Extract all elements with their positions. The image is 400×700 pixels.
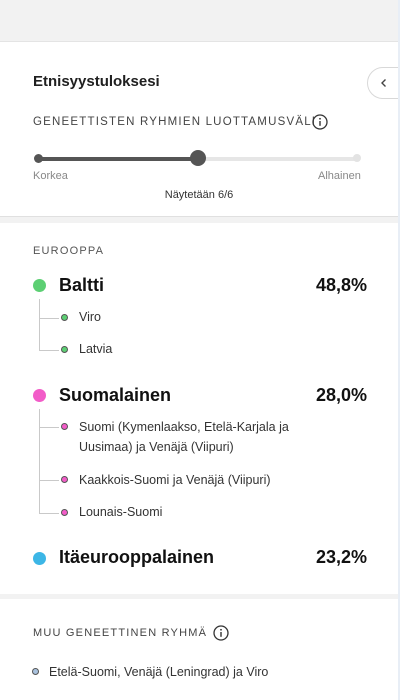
subgroup-kymenlaakso-line2: Uusimaa) ja Venäjä (Viipuri) (79, 440, 234, 454)
other-group-card: MUU GENEETTINEN RYHMÄ Etelä-Suomi, Venäj… (0, 599, 398, 700)
other-group-label: MUU GENEETTINEN RYHMÄ (33, 627, 208, 639)
results-header-card: Etnisyystuloksesi GENEETTISTEN RYHMIEN L… (0, 41, 400, 217)
group-name-suomalainen[interactable]: Suomalainen (59, 385, 171, 406)
info-icon[interactable] (213, 625, 229, 641)
group-percent-itaeurooppalainen: 23,2% (315, 547, 367, 567)
subgroup-dot (61, 476, 68, 483)
other-group-dot (32, 668, 39, 675)
chevron-left-icon (381, 79, 386, 87)
confidence-slider-fill (38, 157, 198, 161)
region-label: EUROOPPA (33, 245, 105, 257)
confidence-label: GENEETTISTEN RYHMIEN LUOTTAMUSVÄLI (33, 116, 317, 128)
tree-connector (39, 299, 40, 350)
slider-max-dot (353, 154, 361, 162)
tree-connector (39, 409, 40, 513)
group-percent-suomalainen: 28,0% (315, 385, 367, 405)
subgroup-dot (61, 423, 68, 430)
panel-title: Etnisyystuloksesi (33, 73, 160, 90)
subgroup-kaakkois-suomi[interactable]: Kaakkois-Suomi ja Venäjä (Viipuri) (79, 470, 271, 490)
group-color-dot (33, 389, 46, 402)
group-name-baltti[interactable]: Baltti (59, 275, 104, 296)
subgroup-dot (61, 314, 68, 321)
tree-branch (39, 480, 59, 481)
subgroup-latvia[interactable]: Latvia (79, 339, 112, 359)
tree-branch (39, 350, 59, 351)
subgroup-dot (61, 346, 68, 353)
region-card: EUROOPPA Baltti 48,8% Viro Latvia Suomal… (0, 223, 398, 594)
subgroup-kymenlaakso-line1: Suomi (Kymenlaakso, Etelä-Karjala ja (79, 420, 289, 434)
subgroup-kymenlaakso[interactable]: Suomi (Kymenlaakso, Etelä-Karjala ja Uus… (79, 417, 289, 457)
subgroup-dot (61, 509, 68, 516)
subgroup-lounais-suomi[interactable]: Lounais-Suomi (79, 502, 162, 522)
tree-branch (39, 318, 59, 319)
tree-branch (39, 427, 59, 428)
slider-label-low: Alhainen (318, 170, 361, 182)
group-color-dot (33, 552, 46, 565)
tree-branch (39, 513, 59, 514)
group-name-itaeurooppalainen[interactable]: Itäeurooppalainen (59, 547, 214, 568)
info-icon[interactable] (312, 114, 328, 130)
collapse-panel-button[interactable] (367, 67, 400, 99)
confidence-slider-thumb[interactable] (190, 150, 206, 166)
slider-label-high: Korkea (33, 170, 68, 182)
showing-count: Näytetään 6/6 (164, 189, 234, 201)
subgroup-viro[interactable]: Viro (79, 307, 101, 327)
other-group-item[interactable]: Etelä-Suomi, Venäjä (Leningrad) ja Viro (49, 662, 268, 682)
group-percent-baltti: 48,8% (315, 275, 367, 295)
group-color-dot (33, 279, 46, 292)
slider-min-dot (34, 154, 43, 163)
